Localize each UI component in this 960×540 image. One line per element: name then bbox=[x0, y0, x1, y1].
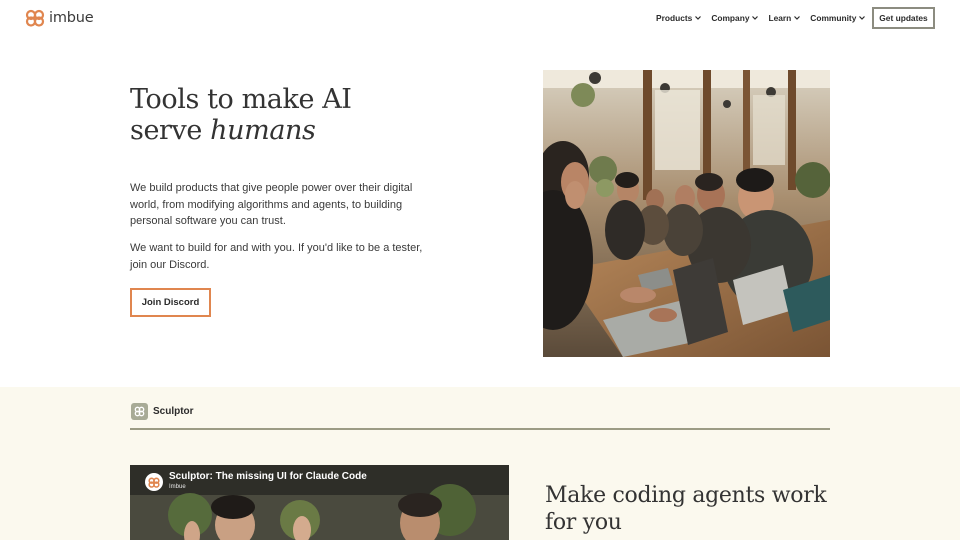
brand-name: imbue bbox=[49, 10, 94, 26]
sculptor-product-tag[interactable]: Sculptor bbox=[131, 403, 194, 420]
nav-learn-label: Learn bbox=[768, 13, 792, 23]
hero-invite-text: We want to build for and with you. If yo… bbox=[130, 242, 423, 271]
join-discord-button[interactable]: Join Discord bbox=[130, 288, 211, 317]
sculptor-heading: Make coding agents work for you bbox=[545, 483, 827, 535]
chevron-down-icon bbox=[695, 16, 702, 20]
nav-learn[interactable]: Learn bbox=[768, 13, 801, 23]
imbue-logo-icon bbox=[25, 9, 45, 27]
team-photo-image bbox=[543, 70, 830, 357]
hero-title: Tools to make AI serve humans bbox=[130, 84, 352, 146]
site-header: imbue Products Company Learn Community G… bbox=[0, 0, 960, 36]
sculptor-section: Sculptor Sculptor: The missing UI for Cl… bbox=[0, 387, 960, 540]
hero-title-line1: Tools to make AI bbox=[130, 84, 352, 115]
nav-products[interactable]: Products bbox=[656, 13, 702, 23]
nav-community[interactable]: Community bbox=[810, 13, 866, 23]
get-updates-button[interactable]: Get updates bbox=[872, 7, 935, 29]
main-nav: Products Company Learn Community bbox=[656, 13, 875, 23]
sculptor-video-embed[interactable]: Sculptor: The missing UI for Claude Code… bbox=[130, 465, 509, 540]
chevron-down-icon bbox=[794, 16, 801, 20]
nav-products-label: Products bbox=[656, 13, 693, 23]
nav-community-label: Community bbox=[810, 13, 857, 23]
hero-team-photo bbox=[543, 70, 830, 357]
nav-company-label: Company bbox=[711, 13, 750, 23]
hero-title-emphasis: humans bbox=[210, 115, 316, 146]
nav-company[interactable]: Company bbox=[711, 13, 759, 23]
chevron-down-icon bbox=[752, 16, 759, 20]
brand-logo-link[interactable]: imbue bbox=[25, 9, 94, 27]
section-divider bbox=[130, 428, 830, 430]
channel-avatar[interactable] bbox=[145, 473, 163, 491]
sculptor-tag-label: Sculptor bbox=[153, 406, 194, 417]
chevron-down-icon bbox=[859, 16, 866, 20]
imbue-logo-icon bbox=[148, 477, 160, 488]
video-channel-name[interactable]: Imbue bbox=[169, 484, 186, 490]
hero-title-line2: serve bbox=[130, 115, 211, 146]
sculptor-logo-icon bbox=[131, 403, 148, 420]
hero-description: We build products that give people power… bbox=[130, 182, 413, 227]
video-title[interactable]: Sculptor: The missing UI for Claude Code bbox=[169, 471, 367, 482]
